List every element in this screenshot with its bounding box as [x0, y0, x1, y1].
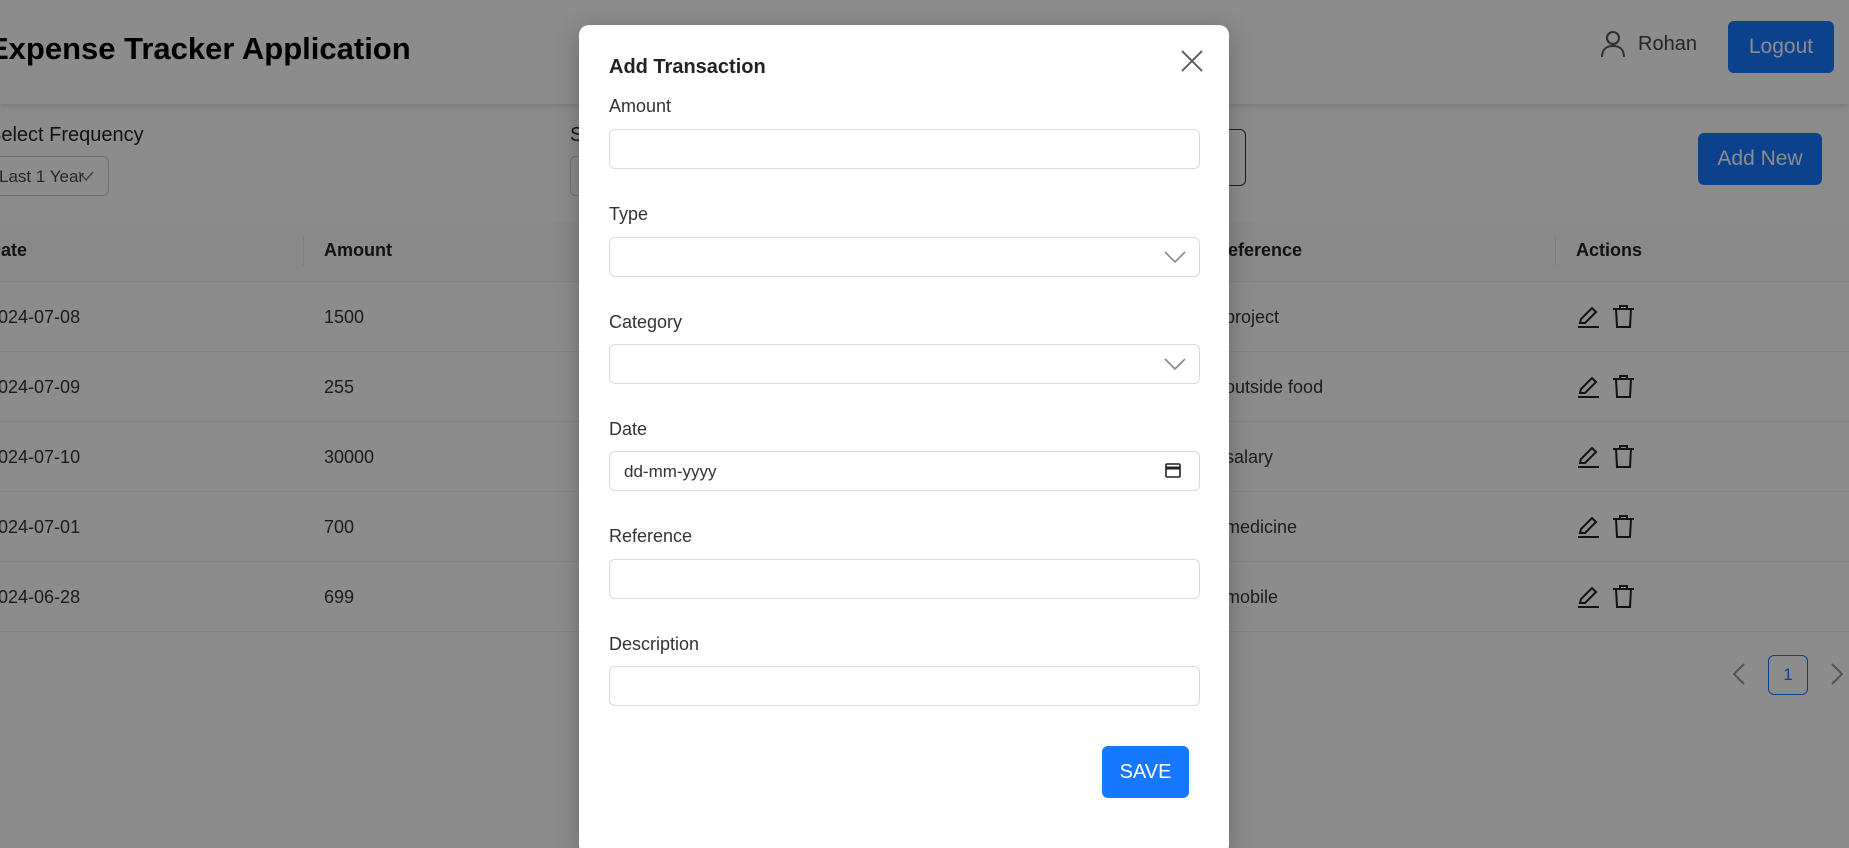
close-icon[interactable] [1179, 48, 1205, 74]
reference-label: Reference [609, 526, 693, 546]
description-input[interactable] [609, 666, 1200, 706]
category-label: Category [609, 312, 683, 332]
date-label: Date [609, 419, 648, 439]
category-select[interactable] [609, 344, 1200, 384]
add-transaction-modal: Add Transaction Amount Type Category Dat… [579, 25, 1229, 848]
amount-input[interactable] [609, 129, 1200, 169]
save-button[interactable]: SAVE [1102, 746, 1189, 798]
description-label: Description [609, 634, 700, 654]
reference-input[interactable] [609, 559, 1200, 599]
modal-title: Add Transaction [609, 56, 766, 78]
type-label: Type [609, 204, 649, 224]
type-select[interactable] [609, 237, 1200, 277]
calendar-icon[interactable] [1164, 461, 1182, 479]
chevron-down-icon [1164, 251, 1186, 264]
date-placeholder: dd-mm-yyyy [624, 462, 717, 481]
chevron-down-icon [1164, 358, 1186, 371]
amount-label: Amount [609, 96, 672, 116]
